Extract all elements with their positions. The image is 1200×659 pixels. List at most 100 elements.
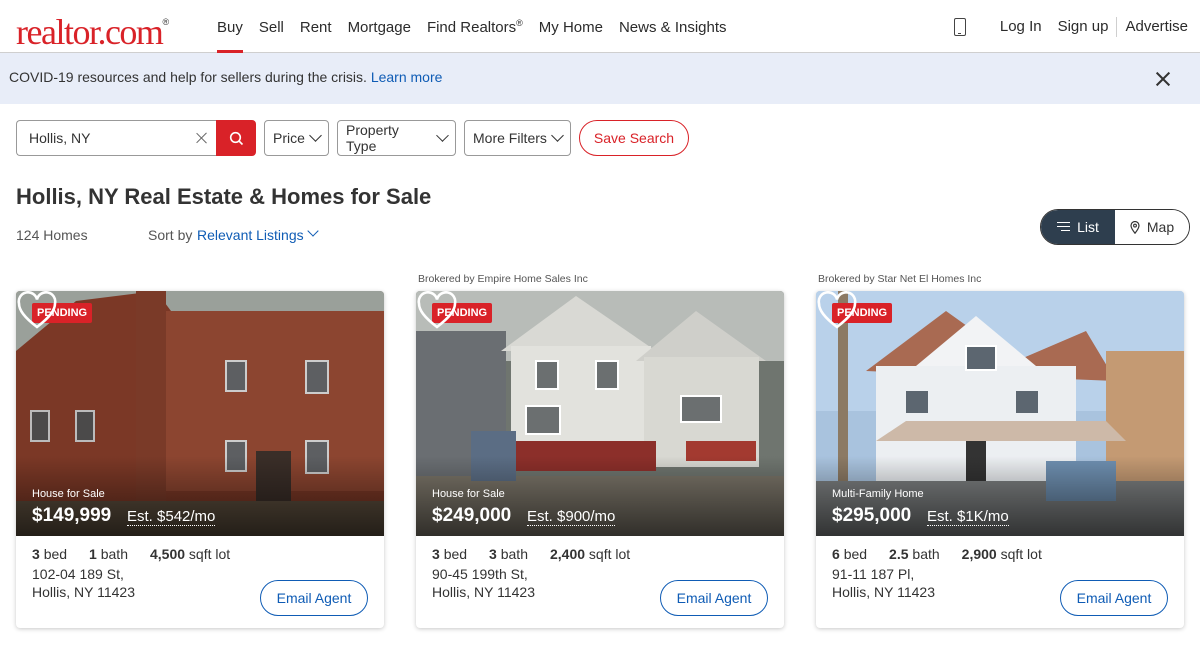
listing-card[interactable]: PENDING House for Sale $149,999 Est. $54… bbox=[16, 291, 384, 628]
chevron-down-icon bbox=[436, 129, 449, 142]
listing-price: $249,000 bbox=[432, 505, 512, 526]
beds-label: bed bbox=[843, 546, 868, 562]
beds-label: bed bbox=[43, 546, 68, 562]
monthly-estimate[interactable]: Est. $542/mo bbox=[127, 508, 216, 526]
beds-value: 3 bbox=[432, 546, 440, 562]
broker-label: Brokered by Star Net El Homes Inc bbox=[818, 273, 982, 285]
baths-label: bath bbox=[912, 546, 940, 562]
realtor-logo[interactable]: realtor.com® bbox=[16, 8, 169, 52]
property-type: Multi-Family Home bbox=[832, 488, 924, 500]
lot-size-label: sqft lot bbox=[1000, 546, 1042, 562]
phone-icon[interactable] bbox=[953, 17, 966, 36]
street-address[interactable]: 90-45 199th St, bbox=[432, 566, 528, 582]
sort-dropdown[interactable]: Relevant Listings bbox=[197, 227, 304, 243]
map-view-label: Map bbox=[1146, 219, 1175, 235]
baths: 3 bath bbox=[489, 546, 528, 562]
search-icon bbox=[229, 131, 243, 145]
list-view-button[interactable]: List bbox=[1041, 210, 1115, 244]
baths-value: 3 bbox=[489, 546, 497, 562]
learn-more-link[interactable]: Learn more bbox=[371, 69, 443, 85]
heart-icon[interactable] bbox=[416, 291, 458, 331]
street-address[interactable]: 102-04 189 St, bbox=[32, 566, 124, 582]
city-address[interactable]: Hollis, NY 11423 bbox=[32, 584, 135, 600]
nav-find-realtors[interactable]: Find Realtors® bbox=[419, 0, 531, 53]
city-address[interactable]: Hollis, NY 11423 bbox=[432, 584, 535, 600]
header-account-links: Log In Sign up Advertise bbox=[953, 0, 1200, 53]
banner-text: COVID-19 resources and help for sellers … bbox=[9, 69, 367, 85]
broker-label: Brokered by Empire Home Sales Inc bbox=[418, 273, 588, 285]
city-address[interactable]: Hollis, NY 11423 bbox=[832, 584, 935, 600]
view-toggle: List Map bbox=[1040, 209, 1190, 245]
listing-photo[interactable]: PENDING House for Sale $149,999 Est. $54… bbox=[16, 291, 384, 536]
lot-size-value: 2,400 bbox=[549, 546, 586, 562]
search-button[interactable] bbox=[216, 120, 256, 156]
beds: 3 bed bbox=[432, 546, 467, 562]
beds: 6 bed bbox=[832, 546, 867, 562]
listing-photo[interactable]: PENDING Multi-Family Home $295,000 Est. … bbox=[816, 291, 1184, 536]
lot-size-label: sqft lot bbox=[588, 546, 631, 562]
monthly-estimate[interactable]: Est. $1K/mo bbox=[927, 508, 1009, 526]
listing-details: 6 bed 2.5 bath 2,900 sqft lot bbox=[832, 546, 1058, 562]
property-type-filter-label: Property Type bbox=[346, 122, 399, 154]
site-header: realtor.com® Buy Sell Rent Mortgage Find… bbox=[0, 0, 1200, 53]
registered-mark: ® bbox=[516, 18, 523, 28]
nav-news-insights[interactable]: News & Insights bbox=[611, 0, 735, 53]
price-filter[interactable]: Price bbox=[264, 120, 329, 156]
nav-sell[interactable]: Sell bbox=[251, 0, 292, 53]
monthly-estimate[interactable]: Est. $900/mo bbox=[527, 508, 616, 526]
chevron-down-icon[interactable] bbox=[307, 225, 319, 237]
page-title: Hollis, NY Real Estate & Homes for Sale bbox=[16, 184, 432, 209]
listing-price: $295,000 bbox=[832, 505, 912, 526]
signup-link[interactable]: Sign up bbox=[1050, 18, 1117, 35]
nav-my-home[interactable]: My Home bbox=[531, 0, 611, 53]
lot-size: 2,900 sqft lot bbox=[962, 546, 1042, 562]
results-count: 124 Homes bbox=[16, 227, 88, 243]
street-address[interactable]: 91-11 187 Pl, bbox=[832, 566, 914, 582]
list-icon bbox=[1057, 222, 1071, 232]
baths: 2.5 bath bbox=[889, 546, 940, 562]
beds-value: 6 bbox=[832, 546, 840, 562]
baths-value: 2.5 bbox=[889, 546, 909, 562]
lot-size-value: 2,900 bbox=[961, 546, 997, 562]
save-search-button[interactable]: Save Search bbox=[579, 120, 689, 156]
baths-value: 1 bbox=[89, 546, 97, 562]
chevron-down-icon bbox=[551, 129, 564, 142]
baths: 1 bath bbox=[89, 546, 128, 562]
property-type: House for Sale bbox=[32, 488, 105, 500]
email-agent-button[interactable]: Email Agent bbox=[260, 580, 368, 616]
lot-size: 2,400 sqft lot bbox=[550, 546, 630, 562]
email-agent-button[interactable]: Email Agent bbox=[660, 580, 768, 616]
map-view-button[interactable]: Map bbox=[1115, 210, 1189, 244]
beds: 3 bed bbox=[32, 546, 67, 562]
more-filters-label: More Filters bbox=[473, 130, 547, 146]
property-type: House for Sale bbox=[432, 488, 505, 500]
search-input[interactable] bbox=[29, 130, 179, 146]
nav-mortgage[interactable]: Mortgage bbox=[340, 0, 419, 53]
heart-icon[interactable] bbox=[16, 291, 58, 331]
nav-buy[interactable]: Buy bbox=[209, 0, 251, 53]
baths-label: bath bbox=[100, 546, 128, 562]
map-pin-icon bbox=[1130, 220, 1140, 234]
listing-photo[interactable]: PENDING House for Sale $249,000 Est. $90… bbox=[416, 291, 784, 536]
email-agent-button[interactable]: Email Agent bbox=[1060, 580, 1168, 616]
covid-banner: COVID-19 resources and help for sellers … bbox=[0, 53, 1200, 104]
more-filters[interactable]: More Filters bbox=[464, 120, 571, 156]
advertise-link[interactable]: Advertise bbox=[1117, 18, 1200, 35]
clear-icon[interactable] bbox=[196, 132, 208, 144]
nav-find-realtors-label: Find Realtors bbox=[426, 19, 517, 36]
listing-card[interactable]: PENDING Multi-Family Home $295,000 Est. … bbox=[816, 291, 1184, 628]
listing-card[interactable]: PENDING House for Sale $249,000 Est. $90… bbox=[416, 291, 784, 628]
listing-details: 3 bed 3 bath 2,400 sqft lot bbox=[432, 546, 646, 562]
list-view-label: List bbox=[1077, 219, 1099, 235]
heart-icon[interactable] bbox=[816, 291, 858, 331]
logo-text: realtor.com bbox=[16, 12, 164, 52]
lot-size-label: sqft lot bbox=[188, 546, 231, 562]
login-link[interactable]: Log In bbox=[992, 18, 1050, 35]
close-icon[interactable] bbox=[1156, 72, 1170, 86]
property-type-filter[interactable]: Property Type bbox=[337, 120, 456, 156]
nav-rent[interactable]: Rent bbox=[292, 0, 340, 53]
listing-details: 3 bed 1 bath 4,500 sqft lot bbox=[32, 546, 246, 562]
logo-registered-mark: ® bbox=[162, 17, 170, 27]
lot-size: 4,500 sqft lot bbox=[150, 546, 230, 562]
baths-label: bath bbox=[500, 546, 528, 562]
